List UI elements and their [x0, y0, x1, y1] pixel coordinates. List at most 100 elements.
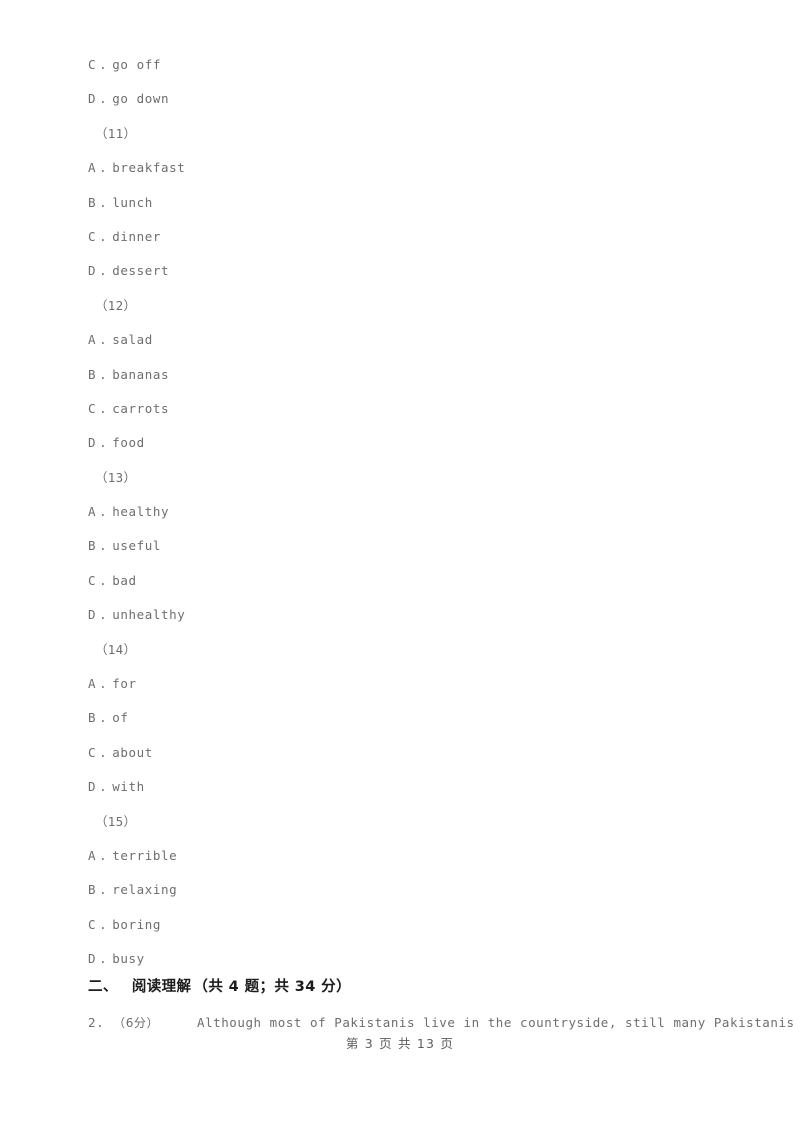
option-dot: . [99, 710, 108, 726]
option-letter: D [88, 263, 97, 279]
option-row: C. bad [88, 564, 756, 598]
section-heading-meta: （共 4 题；共 34 分） [193, 979, 351, 995]
option-row: D. food [88, 426, 756, 460]
question-item: 2. （6分） Although most of Pakistanis live i… [88, 1012, 800, 1034]
option-text: bananas [112, 366, 170, 382]
option-text: unhealthy [112, 607, 186, 623]
option-row: C. about [88, 736, 756, 770]
option-letter: D [88, 779, 97, 795]
section-heading-number: 二、 [88, 979, 118, 995]
option-row: A. healthy [88, 495, 756, 529]
blank-number-row: （13） [95, 469, 137, 485]
option-text: lunch [112, 194, 153, 210]
option-dot: . [99, 160, 108, 176]
option-letter: D [88, 607, 97, 623]
option-letter: C [88, 744, 97, 760]
page-footer: 第 3 页 共 13 页 [345, 1036, 455, 1051]
option-text: with [112, 779, 145, 795]
option-text: boring [112, 916, 162, 932]
option-letter: A [88, 504, 97, 520]
option-letter: C [88, 572, 97, 588]
option-row: B. bananas [88, 358, 756, 392]
option-letter: A [88, 160, 97, 176]
option-row: C. boring [88, 908, 756, 942]
option-dot: . [99, 504, 108, 520]
section-heading-title: 阅读理解 [131, 979, 192, 995]
option-dot: . [99, 57, 108, 72]
option-text: carrots [112, 400, 170, 416]
option-row: C. go off [88, 48, 756, 82]
option-dot: . [99, 607, 108, 623]
option-text: dessert [112, 263, 170, 279]
option-dot: . [99, 744, 108, 760]
option-row: B. useful [88, 529, 756, 563]
option-dot: . [99, 366, 108, 382]
option-letter: C [88, 228, 97, 244]
option-dot: . [99, 676, 108, 692]
blank-number-row: （14） [95, 641, 137, 657]
document-page: C. go off D. go down （11） A. breakfast B. lunch C… [0, 0, 800, 1132]
option-letter: B [88, 710, 97, 726]
question-text: Although most of Pakistanis live in the … [197, 1015, 800, 1030]
option-dot: . [99, 538, 108, 554]
option-letter: B [88, 194, 97, 210]
option-dot: . [99, 332, 108, 348]
option-dot: . [99, 194, 108, 210]
blank-number-row: （15） [95, 813, 137, 829]
option-text: about [112, 744, 153, 760]
option-text: go down [112, 91, 170, 107]
option-letter: C [88, 57, 97, 72]
option-letter: B [88, 538, 97, 554]
option-row: B. of [88, 701, 756, 735]
option-text: food [112, 435, 145, 451]
option-row: A. breakfast [88, 151, 756, 185]
option-letter: C [88, 400, 97, 416]
option-letter: C [88, 916, 97, 932]
option-row: A. for [88, 667, 756, 701]
option-dot: . [99, 263, 108, 279]
option-text: dinner [112, 228, 162, 244]
option-row: C. dinner [88, 220, 756, 254]
multiple-choice-options-block: C. go off D. go down （11） A. breakfast B. lunch C… [88, 48, 756, 977]
option-row: D. busy [88, 942, 756, 976]
option-row: D. dessert [88, 254, 756, 288]
option-text: terrible [112, 847, 178, 863]
option-letter: D [88, 91, 97, 107]
option-dot: . [99, 435, 108, 451]
blank-number-row: （12） [95, 297, 137, 313]
option-text: of [112, 710, 129, 726]
option-dot: . [99, 882, 108, 898]
option-letter: A [88, 676, 97, 692]
question-score: （6分） [113, 1016, 159, 1030]
option-text: bad [112, 572, 137, 588]
option-dot: . [99, 400, 108, 416]
section-heading: 二、 阅读理解 （共 4 题；共 34 分） [88, 975, 351, 996]
option-letter: A [88, 847, 97, 863]
option-dot: . [99, 91, 108, 107]
option-row: A. salad [88, 323, 756, 357]
blank-number-row: （11） [95, 125, 137, 141]
option-text: relaxing [112, 882, 178, 898]
option-text: go off [112, 57, 162, 72]
option-row: B. lunch [88, 186, 756, 220]
question-number: 2. [88, 1015, 105, 1030]
option-dot: . [99, 951, 108, 967]
option-text: busy [112, 951, 145, 967]
option-letter: D [88, 951, 97, 967]
option-letter: D [88, 435, 97, 451]
option-dot: . [99, 228, 108, 244]
option-row: B. relaxing [88, 873, 756, 907]
option-text: useful [112, 538, 162, 554]
option-row: D. with [88, 770, 756, 804]
option-row: D. go down [88, 82, 756, 116]
option-text: healthy [112, 504, 170, 520]
option-dot: . [99, 779, 108, 795]
option-row: C. carrots [88, 392, 756, 426]
option-text: for [112, 676, 137, 692]
option-letter: A [88, 332, 97, 348]
option-letter: B [88, 366, 97, 382]
option-letter: B [88, 882, 97, 898]
option-text: salad [112, 332, 153, 348]
option-dot: . [99, 847, 108, 863]
option-dot: . [99, 916, 108, 932]
